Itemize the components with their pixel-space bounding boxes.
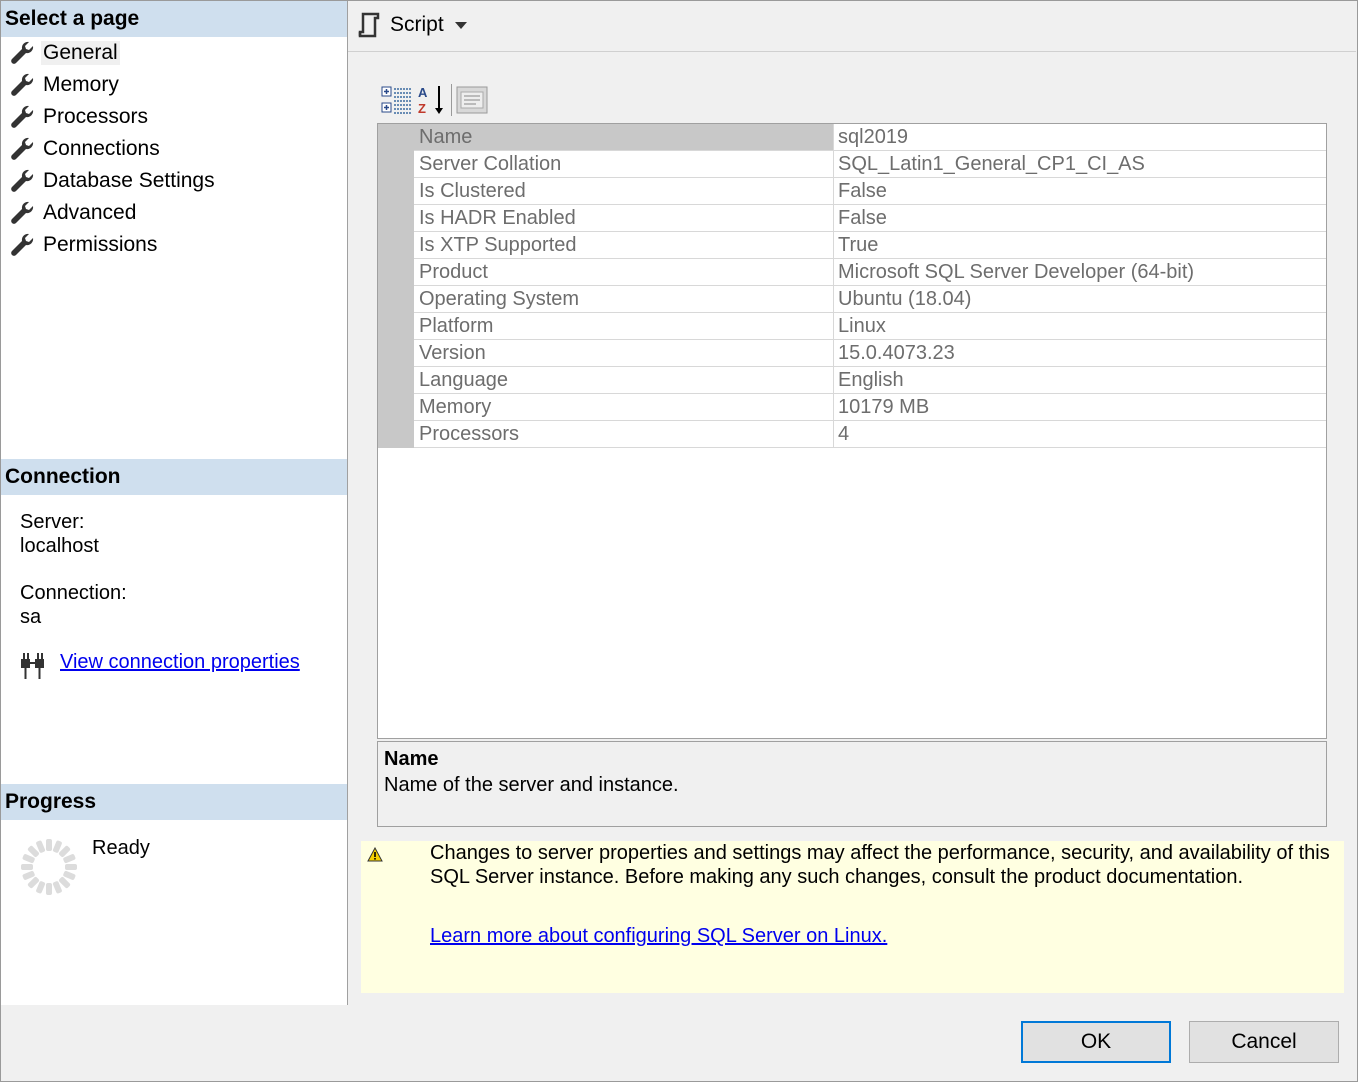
property-value: SQL_Latin1_General_CP1_CI_AS xyxy=(838,153,1145,175)
connection-info: Connection: sa xyxy=(20,581,127,629)
property-name: Is Clustered xyxy=(414,178,834,204)
property-name: Is XTP Supported xyxy=(414,232,834,258)
property-name: Name xyxy=(414,124,834,150)
property-row-language[interactable]: Language English xyxy=(414,367,1326,394)
page-item-connections[interactable]: Connections xyxy=(1,133,347,165)
server-value: localhost xyxy=(20,535,99,557)
property-value: 10179 MB xyxy=(838,396,930,418)
property-grid-toolbar: A Z xyxy=(380,83,489,117)
property-description-panel: Name Name of the server and instance. xyxy=(377,741,1327,827)
wrench-icon xyxy=(11,137,34,160)
page-item-label: Processors xyxy=(43,105,149,128)
property-value: Ubuntu (18.04) xyxy=(838,288,972,310)
right-pane: Script A Z Name sql2019 Server Collation… xyxy=(348,1,1356,1005)
page-item-database-settings[interactable]: Database Settings xyxy=(1,165,347,197)
spinner-icon xyxy=(21,839,77,895)
page-item-label: Memory xyxy=(43,73,119,96)
dropdown-caret-icon[interactable] xyxy=(454,20,468,30)
wrench-icon xyxy=(11,169,34,192)
page-item-label: Permissions xyxy=(43,233,158,256)
warning-icon xyxy=(367,847,383,862)
property-value: sql2019 xyxy=(838,126,909,148)
property-name: Language xyxy=(414,367,834,393)
property-pages-icon xyxy=(456,86,488,114)
property-value: English xyxy=(838,369,904,391)
description-text: Name of the server and instance. xyxy=(384,774,679,796)
property-row-name[interactable]: Name sql2019 xyxy=(414,124,1326,151)
svg-text:Z: Z xyxy=(418,101,426,116)
property-row-platform[interactable]: Platform Linux xyxy=(414,313,1326,340)
property-grid: Name sql2019 Server Collation SQL_Latin1… xyxy=(377,123,1327,739)
property-row-processors[interactable]: Processors 4 xyxy=(414,421,1326,448)
page-list: General Memory Processors Connections Da… xyxy=(1,37,347,261)
property-value: False xyxy=(838,180,887,202)
learn-more-link[interactable]: Learn more about configuring SQL Server … xyxy=(430,924,887,948)
toolbar-separator xyxy=(451,84,452,116)
wrench-icon xyxy=(11,105,34,128)
property-name: Is HADR Enabled xyxy=(414,205,834,231)
server-info: Server: localhost xyxy=(20,510,99,558)
property-value: False xyxy=(838,207,887,229)
script-button[interactable]: Script xyxy=(356,9,476,41)
page-item-label: Connections xyxy=(43,137,160,160)
property-row-server-collation[interactable]: Server Collation SQL_Latin1_General_CP1_… xyxy=(414,151,1326,178)
page-item-label: Advanced xyxy=(43,201,137,224)
property-value: Linux xyxy=(838,315,886,337)
connection-value: sa xyxy=(20,606,42,628)
wrench-icon xyxy=(11,73,34,96)
select-page-header: Select a page xyxy=(1,1,347,37)
property-name: Product xyxy=(414,259,834,285)
description-title: Name xyxy=(384,748,439,770)
property-row-operating-system[interactable]: Operating System Ubuntu (18.04) xyxy=(414,286,1326,313)
progress-status: Ready xyxy=(92,837,150,859)
cancel-button[interactable]: Cancel xyxy=(1189,1021,1339,1063)
connection-label: Connection: xyxy=(20,582,127,604)
script-icon xyxy=(358,12,380,38)
ok-button[interactable]: OK xyxy=(1021,1021,1171,1063)
property-value: 4 xyxy=(838,423,850,445)
progress-header: Progress xyxy=(1,784,347,820)
property-value: 15.0.4073.23 xyxy=(838,342,955,364)
categorized-icon xyxy=(381,86,411,114)
wrench-icon xyxy=(11,201,34,224)
property-name: Processors xyxy=(414,421,834,447)
property-name: Platform xyxy=(414,313,834,339)
property-row-product[interactable]: Product Microsoft SQL Server Developer (… xyxy=(414,259,1326,286)
svg-text:A: A xyxy=(418,85,428,100)
script-label: Script xyxy=(390,13,444,36)
plug-icon xyxy=(21,653,44,679)
page-item-label: General xyxy=(41,41,120,65)
page-item-general[interactable]: General xyxy=(1,37,347,69)
wrench-icon xyxy=(11,233,34,256)
property-value: Microsoft SQL Server Developer (64-bit) xyxy=(838,261,1195,283)
property-name: Server Collation xyxy=(414,151,834,177)
property-value: True xyxy=(838,234,879,256)
property-pages-button[interactable] xyxy=(455,83,489,117)
property-name: Operating System xyxy=(414,286,834,312)
property-row-version[interactable]: Version 15.0.4073.23 xyxy=(414,340,1326,367)
toolbar: Script xyxy=(348,1,1356,52)
page-item-permissions[interactable]: Permissions xyxy=(1,229,347,261)
view-connection-properties-link[interactable]: View connection properties xyxy=(60,650,300,674)
property-row-is-xtp-supported[interactable]: Is XTP Supported True xyxy=(414,232,1326,259)
page-item-advanced[interactable]: Advanced xyxy=(1,197,347,229)
property-name: Version xyxy=(414,340,834,366)
page-item-memory[interactable]: Memory xyxy=(1,69,347,101)
property-row-is-hadr-enabled[interactable]: Is HADR Enabled False xyxy=(414,205,1326,232)
left-pane: Select a page General Memory Processors … xyxy=(1,1,348,1005)
warning-banner: Changes to server properties and setting… xyxy=(361,841,1344,993)
alphabetical-button[interactable]: A Z xyxy=(414,83,448,117)
wrench-icon xyxy=(11,41,34,64)
page-item-label: Database Settings xyxy=(43,169,215,192)
property-row-is-clustered[interactable]: Is Clustered False xyxy=(414,178,1326,205)
property-name: Memory xyxy=(414,394,834,420)
property-grid-gutter xyxy=(378,124,414,448)
server-label: Server: xyxy=(20,511,85,533)
alphabetical-sort-icon: A Z xyxy=(418,85,443,116)
connection-header: Connection xyxy=(1,459,347,495)
categorized-button[interactable] xyxy=(380,83,414,117)
warning-text: Changes to server properties and setting… xyxy=(430,842,1330,888)
property-row-memory[interactable]: Memory 10179 MB xyxy=(414,394,1326,421)
page-item-processors[interactable]: Processors xyxy=(1,101,347,133)
